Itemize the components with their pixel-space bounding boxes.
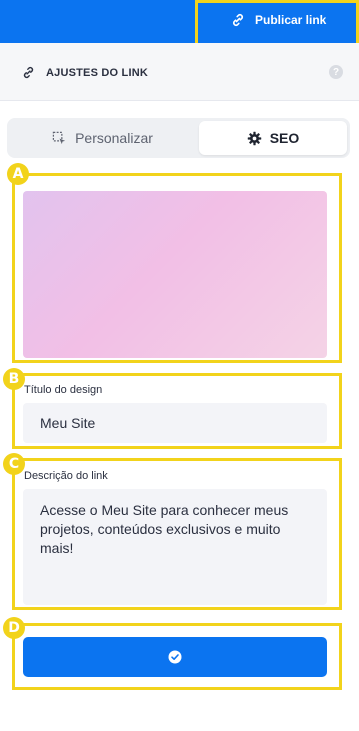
tab-personalizar[interactable]: Personalizar xyxy=(10,121,195,155)
description-textarea[interactable]: Acesse o Meu Site para conhecer meus pro… xyxy=(23,489,327,605)
annotation-badge-b: B xyxy=(3,368,25,390)
tab-bar: Personalizar SEO xyxy=(7,118,350,158)
link-icon xyxy=(23,66,34,79)
annotation-badge-d: D xyxy=(3,617,25,639)
tab-personalizar-label: Personalizar xyxy=(75,130,153,146)
tab-seo-label: SEO xyxy=(269,130,300,146)
help-icon[interactable]: ? xyxy=(329,65,343,79)
annotation-badge-c: C xyxy=(3,453,25,475)
description-label: Descrição do link xyxy=(24,470,108,482)
title-input[interactable]: Meu Site xyxy=(23,403,327,443)
section-title: AJUSTES DO LINK xyxy=(46,67,149,79)
check-circle-icon xyxy=(168,650,182,664)
title-label: Título do design xyxy=(24,384,103,396)
tab-seo[interactable]: SEO xyxy=(199,121,347,155)
cursor-select-icon xyxy=(52,131,66,144)
seo-preview-image[interactable] xyxy=(23,191,327,358)
link-settings-header: AJUSTES DO LINK ? xyxy=(0,43,359,101)
gear-icon xyxy=(247,131,261,145)
annotation-badge-a: A xyxy=(7,163,29,185)
title-value: Meu Site xyxy=(40,415,96,431)
description-value: Acesse o Meu Site para conhecer meus pro… xyxy=(40,502,289,556)
confirm-button[interactable] xyxy=(23,637,327,677)
